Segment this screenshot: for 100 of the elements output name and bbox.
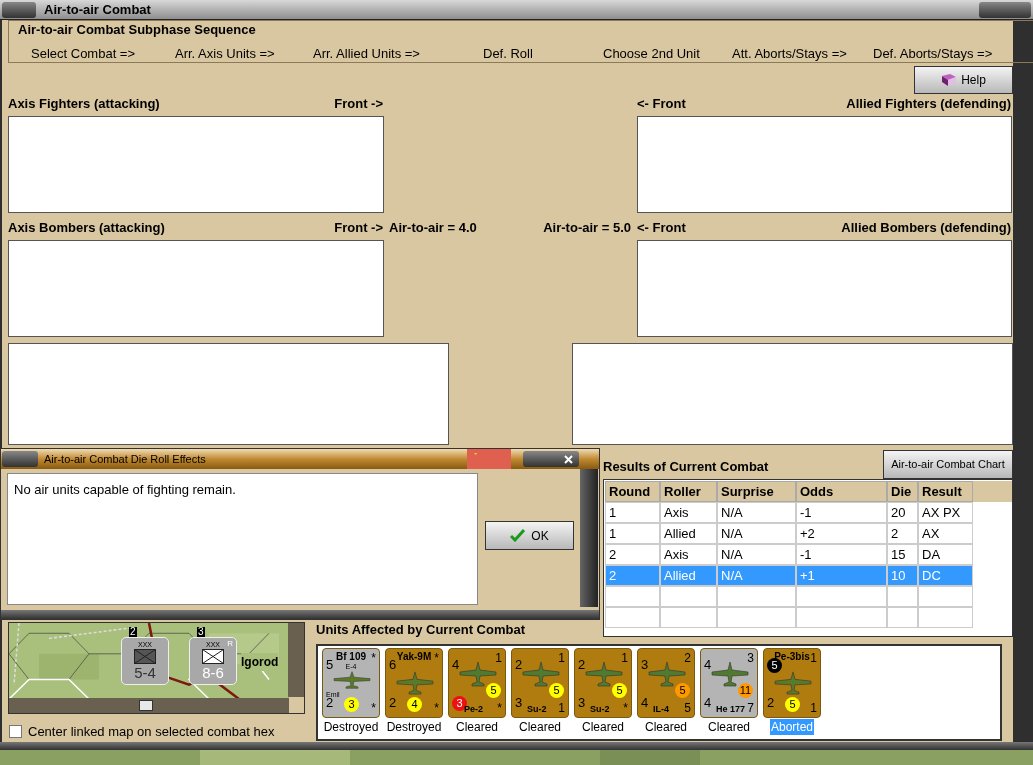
unit-status: Cleared	[518, 719, 562, 735]
rating-badge: 5	[549, 683, 564, 698]
plane-icon	[332, 671, 372, 689]
message-text: No air units capable of fighting remain.	[14, 482, 236, 497]
rating-badge: 5	[767, 658, 782, 673]
check-icon	[510, 529, 526, 542]
column-header: Surprise	[717, 481, 796, 502]
window-close-button[interactable]	[979, 1, 1031, 18]
aircraft-name: IL-4	[653, 705, 669, 714]
counter-value: 1	[810, 702, 817, 714]
unit-counter[interactable]: 5 1 2 1 Pe-3bis 5	[763, 648, 821, 718]
table-cell: 2	[887, 523, 918, 544]
counter-value: *	[371, 702, 376, 714]
table-cell: N/A	[717, 565, 796, 586]
table-cell	[918, 607, 973, 628]
ok-button[interactable]: OK	[485, 521, 574, 550]
unit-status: Aborted	[770, 719, 814, 735]
table-cell: AX	[918, 523, 973, 544]
combat-chart-button[interactable]: Air-to-air Combat Chart	[883, 450, 1013, 479]
table-cell: 20	[887, 502, 918, 523]
rating-badge: 5	[486, 683, 501, 698]
counter-value: 2	[326, 695, 334, 710]
counter-value: 3	[641, 657, 649, 672]
unit-counter[interactable]: 2 1 3 1 5 Su-2	[511, 648, 569, 718]
book-icon	[941, 72, 958, 87]
window-title: Air-to-air Combat	[44, 0, 151, 19]
unit-strength: 8-6	[202, 664, 224, 682]
counter-value: 4	[641, 695, 649, 710]
plane-icon	[773, 671, 813, 695]
table-cell: Axis	[660, 544, 717, 565]
checkbox-label: Center linked map on selected combat hex	[28, 723, 275, 741]
column-header: Result	[918, 481, 973, 502]
front-label: <- Front	[637, 95, 686, 114]
sequence-step: Arr. Axis Units =>	[175, 44, 313, 64]
counter-value: *	[434, 652, 439, 664]
help-button[interactable]: Help	[914, 65, 1013, 94]
unit-status: Cleared	[707, 719, 751, 735]
counter-value: 2	[515, 657, 523, 672]
counter-value: 6	[389, 657, 397, 672]
checkbox[interactable]	[9, 725, 22, 739]
unit-counter[interactable]: 6 * 2 * Yak-9M 4	[385, 648, 443, 718]
counter-value: 2	[578, 657, 586, 672]
table-cell: Allied	[660, 523, 717, 544]
scroll-thumb[interactable]	[139, 700, 153, 711]
counter-value: 3	[747, 652, 754, 664]
stack-count: 3	[197, 627, 205, 637]
column-header: Roller	[660, 481, 717, 502]
table-row[interactable]: 2 Axis N/A -1 15 DA	[605, 544, 973, 565]
plane-icon	[647, 661, 687, 687]
dialog-close-button[interactable]	[523, 451, 579, 467]
table-cell	[605, 586, 660, 607]
map-vertical-scrollbar[interactable]	[288, 623, 304, 697]
sequence-step: Choose 2nd Unit	[603, 44, 732, 64]
unit-status: Cleared	[644, 719, 688, 735]
dialog-menu-button[interactable]	[2, 451, 38, 467]
window-menu-button[interactable]	[2, 1, 36, 18]
front-label: Front ->	[334, 95, 383, 114]
table-cell: N/A	[717, 544, 796, 565]
table-cell	[918, 586, 973, 607]
table-cell	[660, 607, 717, 628]
unit-counter[interactable]: 2 1 3 * 5 Su-2	[574, 648, 632, 718]
unit-strength: 5-4	[134, 664, 156, 682]
table-cell: +1	[796, 565, 887, 586]
unit-marker: R	[227, 640, 233, 648]
table-cell: 2	[605, 544, 660, 565]
aircraft-name: Bf 109	[336, 652, 366, 662]
unit-counter[interactable]: 3 2 4 5 5 IL-4	[637, 648, 695, 718]
air-to-air-rating: Air-to-air = 5.0	[543, 219, 631, 238]
counter-value: 5	[684, 702, 691, 714]
counter-value: 4	[704, 657, 712, 672]
section-label: Results of Current Combat	[603, 457, 769, 476]
counter-value: *	[497, 702, 502, 714]
unit-status: Destroyed	[322, 719, 380, 735]
infantry-symbol-icon	[202, 649, 224, 664]
unit-counter[interactable]: 4 3 4 7 11 He 177	[700, 648, 758, 718]
infantry-symbol-icon	[134, 649, 156, 664]
counter-value: *	[623, 702, 628, 714]
counter-value: 4	[452, 657, 460, 672]
table-cell	[887, 586, 918, 607]
table-row[interactable]: 1 Allied N/A +2 2 AX	[605, 523, 973, 544]
table-cell: Allied	[660, 565, 717, 586]
plane-icon	[710, 661, 750, 687]
table-cell: 10	[887, 565, 918, 586]
table-cell: N/A	[717, 502, 796, 523]
section-label: Units Affected by Current Combat	[316, 622, 526, 638]
map-scrollbar[interactable]	[9, 698, 289, 713]
front-label: Front ->	[334, 219, 383, 238]
section-label: Allied Fighters (defending)	[846, 95, 1011, 114]
counter-value: 3	[578, 695, 586, 710]
table-cell: +2	[796, 523, 887, 544]
unit-counter[interactable]: 4 1 3 * 5 Pe-2	[448, 648, 506, 718]
dialog-scrollbar[interactable]	[580, 469, 598, 607]
aircraft-name: He 177	[716, 705, 746, 714]
table-cell: 1	[605, 502, 660, 523]
counter-value: 2	[684, 652, 691, 664]
counter-value: *	[371, 652, 376, 664]
table-row[interactable]: 1 Axis N/A -1 20 AX PX	[605, 502, 973, 523]
dialog-title: Air-to-air Combat Die Roll Effects	[44, 451, 206, 467]
counter-value: 2	[767, 695, 775, 710]
counter-value: 1	[810, 652, 817, 664]
